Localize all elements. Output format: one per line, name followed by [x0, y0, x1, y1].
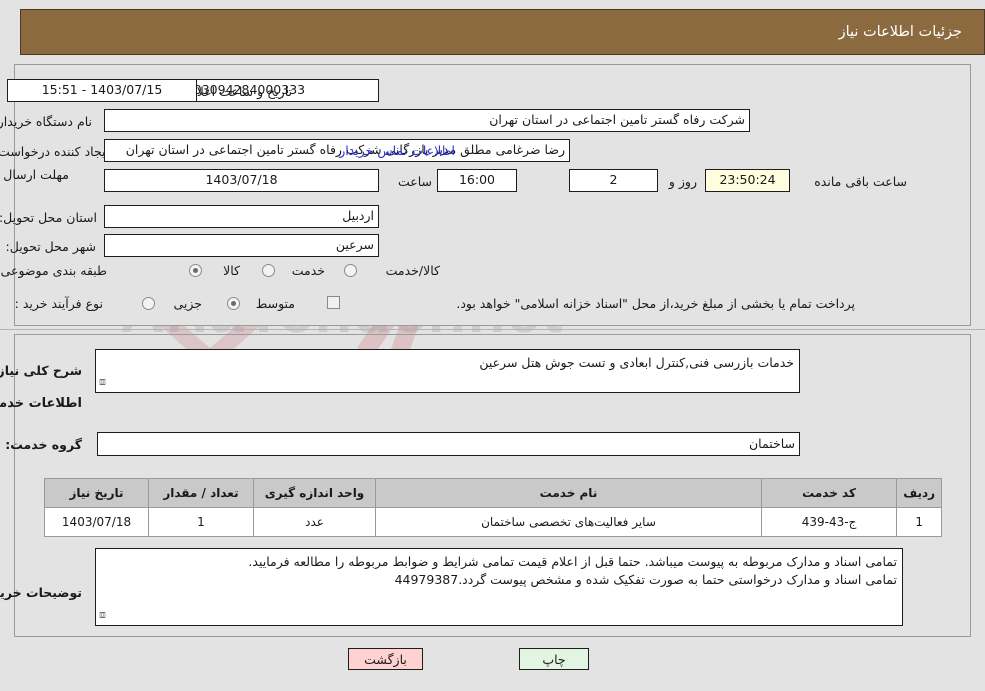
cell-row-no: 1	[896, 507, 942, 537]
buyer-notes-line-2: تمامی اسناد و مدارک درخواستی حتما به صور…	[394, 572, 897, 587]
table-col-quantity: تعداد / مقدار	[148, 478, 254, 508]
deadline-hour-label: ساعت	[397, 174, 432, 189]
classification-option-0-label: کالا	[223, 263, 240, 278]
treasury-bond-checkbox[interactable]	[327, 296, 340, 309]
buyer-notes-label: توضیحات خریدار:	[0, 585, 82, 600]
remaining-days-label: روز و	[668, 174, 697, 189]
table-header-row: ردیف کد خدمت نام خدمت واحد اندازه گیری ت…	[43, 478, 942, 508]
classification-radio-khedmat[interactable]	[262, 264, 275, 277]
table-col-service-name: نام خدمت	[375, 478, 762, 508]
window-titlebar: جزئیات اطلاعات نیاز	[20, 9, 985, 55]
services-section-heading: اطلاعات خدمات مورد نیاز	[0, 396, 82, 411]
buyer-org-field[interactable]: شرکت رفاه گستر تامین اجتماعی در استان ته…	[104, 109, 750, 132]
process-label: نوع فرآیند خرید :	[14, 296, 103, 311]
classification-option-1-label: خدمت	[291, 263, 325, 278]
cell-unit: عدد	[252, 507, 377, 537]
deadline-label: مهلت ارسال پاسخ: تا تاریخ:	[0, 167, 69, 182]
requester-label: ایجاد کننده درخواست:	[0, 144, 109, 159]
section-divider	[0, 329, 985, 330]
resize-grip-icon[interactable]: ⧈	[99, 373, 106, 391]
announce-datetime-field[interactable]: 1403/07/15 - 15:51	[7, 79, 197, 102]
buyer-notes-textarea[interactable]: تمامی اسناد و مدارک مربوطه به پیوست میبا…	[95, 548, 903, 626]
table-col-need-date: تاریخ نیاز	[43, 478, 150, 508]
classification-radio-kala[interactable]	[189, 264, 202, 277]
description-value: خدمات بازرسی فنی,کنترل ابعادی و تست جوش …	[479, 355, 794, 370]
back-button[interactable]: بازگشت	[348, 648, 423, 670]
description-label: شرح کلی نیاز:	[0, 363, 82, 378]
table-row: 1 ج-43-439 سایر فعالیت‌های تخصصی ساختمان…	[43, 507, 942, 537]
process-radio-jozei[interactable]	[142, 297, 155, 310]
cell-quantity: 1	[148, 507, 254, 537]
resize-grip-icon-notes[interactable]: ⧈	[99, 606, 106, 624]
print-button[interactable]: چاپ	[519, 648, 589, 670]
page-root: AriaTender.net جزئیات اطلاعات نیاز شماره…	[0, 0, 985, 691]
cell-service-name: سایر فعالیت‌های تخصصی ساختمان	[375, 507, 762, 537]
remaining-time-field: 23:50:24	[705, 169, 790, 192]
buyer-contact-link[interactable]: اطلاعات تماس خریدار	[339, 143, 455, 158]
cell-need-date: 1403/07/18	[43, 507, 150, 537]
province-label: استان محل تحویل:	[0, 210, 97, 225]
services-table: ردیف کد خدمت نام خدمت واحد اندازه گیری ت…	[43, 478, 942, 537]
city-field[interactable]: سرعین	[104, 234, 379, 257]
table-col-unit: واحد اندازه گیری	[252, 478, 377, 508]
service-group-label: گروه خدمت:	[5, 437, 82, 452]
process-radio-motavasset[interactable]	[227, 297, 240, 310]
remaining-days-field[interactable]: 2	[569, 169, 658, 192]
service-group-field[interactable]: ساختمان	[97, 432, 800, 456]
description-textarea[interactable]: خدمات بازرسی فنی,کنترل ابعادی و تست جوش …	[95, 349, 800, 393]
table-col-service-code: کد خدمت	[760, 478, 898, 508]
table-col-row-no: ردیف	[896, 478, 942, 508]
process-option-1-label: متوسط	[255, 296, 295, 311]
buyer-org-label: نام دستگاه خریدار:	[0, 114, 92, 129]
requester-field[interactable]: رضا ضرغامی مطلق مدیر بازرگانی شرکت رفاه …	[104, 139, 570, 162]
need-info-panel	[14, 64, 971, 326]
deadline-date-field[interactable]: 1403/07/18	[104, 169, 379, 192]
remaining-time-label: ساعت باقی مانده	[814, 174, 907, 189]
city-label: شهر محل تحویل:	[5, 239, 96, 254]
buyer-notes-line-1: تمامی اسناد و مدارک مربوطه به پیوست میبا…	[248, 554, 897, 569]
classification-label: طبقه بندی موضوعی:	[0, 263, 107, 278]
cell-service-code: ج-43-439	[760, 507, 898, 537]
province-field[interactable]: اردبیل	[104, 205, 379, 228]
classification-radio-kala-khedmat[interactable]	[344, 264, 357, 277]
page-title: جزئیات اطلاعات نیاز	[838, 24, 962, 40]
deadline-hour-field[interactable]: 16:00	[437, 169, 517, 192]
classification-option-2-label: کالا/خدمت	[385, 263, 440, 278]
process-option-0-label: جزیی	[173, 296, 202, 311]
treasury-bond-note: پرداخت تمام یا بخشی از مبلغ خرید،از محل …	[456, 296, 855, 311]
